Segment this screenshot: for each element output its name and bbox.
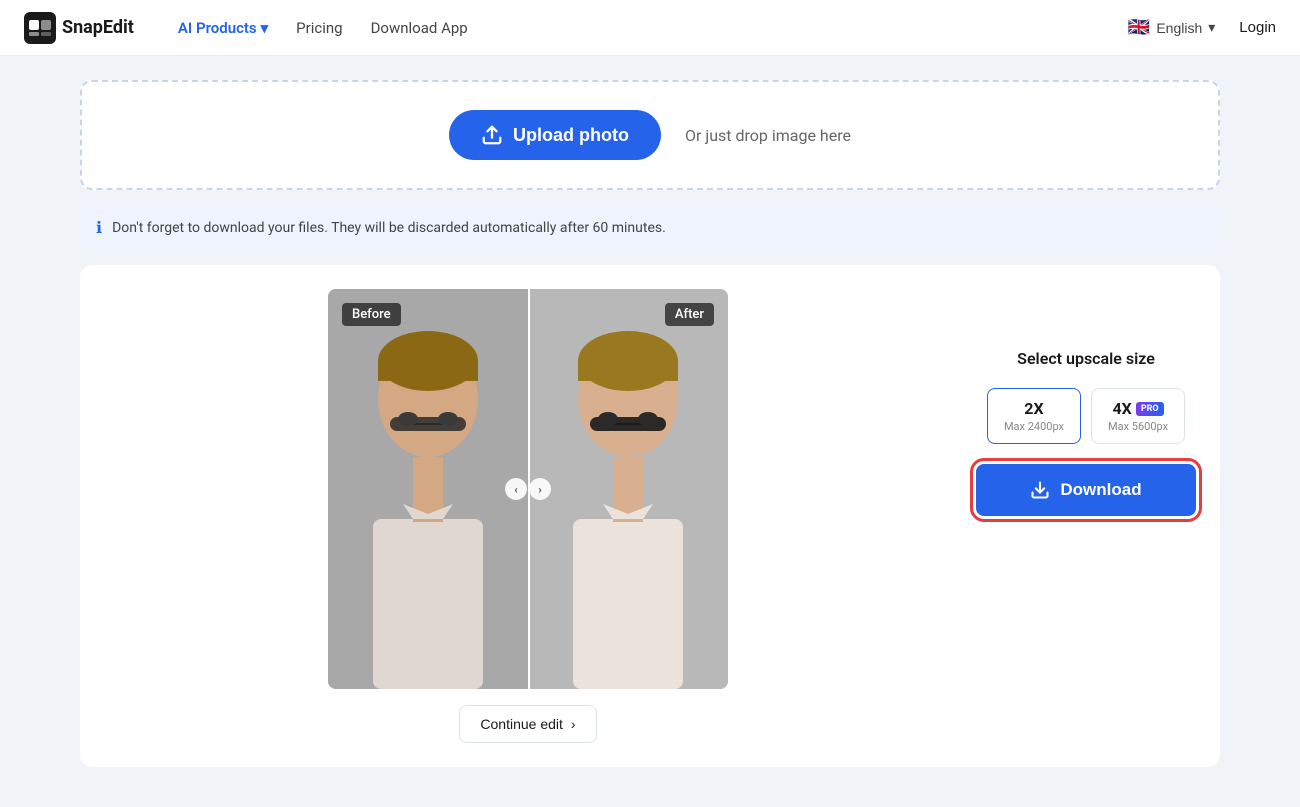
nav-ai-products[interactable]: AI Products ▾: [166, 13, 280, 43]
comparison-section: ‹ › Before After Continue edit › Select …: [80, 265, 1220, 767]
upscale-4x-multiplier: 4X PRO: [1108, 399, 1168, 418]
before-half: [328, 289, 528, 689]
upscale-2x-maxpx: Max 2400px: [1004, 420, 1064, 433]
info-icon: ℹ: [96, 218, 102, 237]
upscale-option-4x[interactable]: 4X PRO Max 5600px: [1091, 388, 1185, 444]
drop-text: Or just drop image here: [685, 126, 851, 145]
before-image: [328, 289, 528, 689]
upload-photo-button[interactable]: Upload photo: [449, 110, 661, 160]
upscale-2x-multiplier: 2X: [1004, 399, 1064, 418]
chevron-down-icon: ▾: [1208, 19, 1215, 36]
after-half: [528, 289, 728, 689]
chevron-down-icon: ▾: [261, 19, 269, 37]
arrow-right-icon: ›: [529, 478, 551, 500]
image-compare-wrap: ‹ › Before After Continue edit ›: [104, 289, 952, 743]
after-image: [528, 289, 728, 689]
logo[interactable]: SnapEdit: [24, 12, 134, 44]
arrow-right-icon: ›: [571, 716, 576, 732]
download-icon: [1030, 480, 1050, 500]
sidebar: Select upscale size 2X Max 2400px 4X PRO…: [976, 289, 1196, 743]
nav-pricing[interactable]: Pricing: [284, 13, 354, 43]
before-label: Before: [342, 303, 401, 326]
upload-area[interactable]: Upload photo Or just drop image here: [80, 80, 1220, 190]
pro-badge: PRO: [1136, 402, 1164, 416]
logo-icon: [24, 12, 56, 44]
arrow-left-icon: ‹: [505, 478, 527, 500]
upscale-4x-maxpx: Max 5600px: [1108, 420, 1168, 433]
navbar-right: 🇬🇧 English ▾ Login: [1120, 13, 1276, 42]
image-compare[interactable]: ‹ › Before After: [328, 289, 728, 689]
upscale-options: 2X Max 2400px 4X PRO Max 5600px: [976, 388, 1196, 444]
nav-links: AI Products ▾ Pricing Download App: [166, 13, 1120, 43]
select-upscale-label: Select upscale size: [976, 349, 1196, 368]
upload-icon: [481, 124, 503, 146]
nav-download-app[interactable]: Download App: [359, 13, 480, 43]
continue-edit-button[interactable]: Continue edit ›: [459, 705, 596, 743]
navbar: SnapEdit AI Products ▾ Pricing Download …: [0, 0, 1300, 56]
main-content: Upload photo Or just drop image here ℹ D…: [0, 80, 1300, 807]
language-selector[interactable]: 🇬🇧 English ▾: [1120, 13, 1223, 42]
brand-name: SnapEdit: [62, 17, 134, 38]
info-bar: ℹ Don't forget to download your files. T…: [80, 206, 1220, 249]
login-button[interactable]: Login: [1239, 19, 1276, 36]
upscale-option-2x[interactable]: 2X Max 2400px: [987, 388, 1081, 444]
flag-icon: 🇬🇧: [1128, 17, 1150, 38]
download-button[interactable]: Download: [976, 464, 1196, 516]
compare-handle[interactable]: ‹ ›: [505, 478, 551, 500]
after-label: After: [665, 303, 714, 326]
